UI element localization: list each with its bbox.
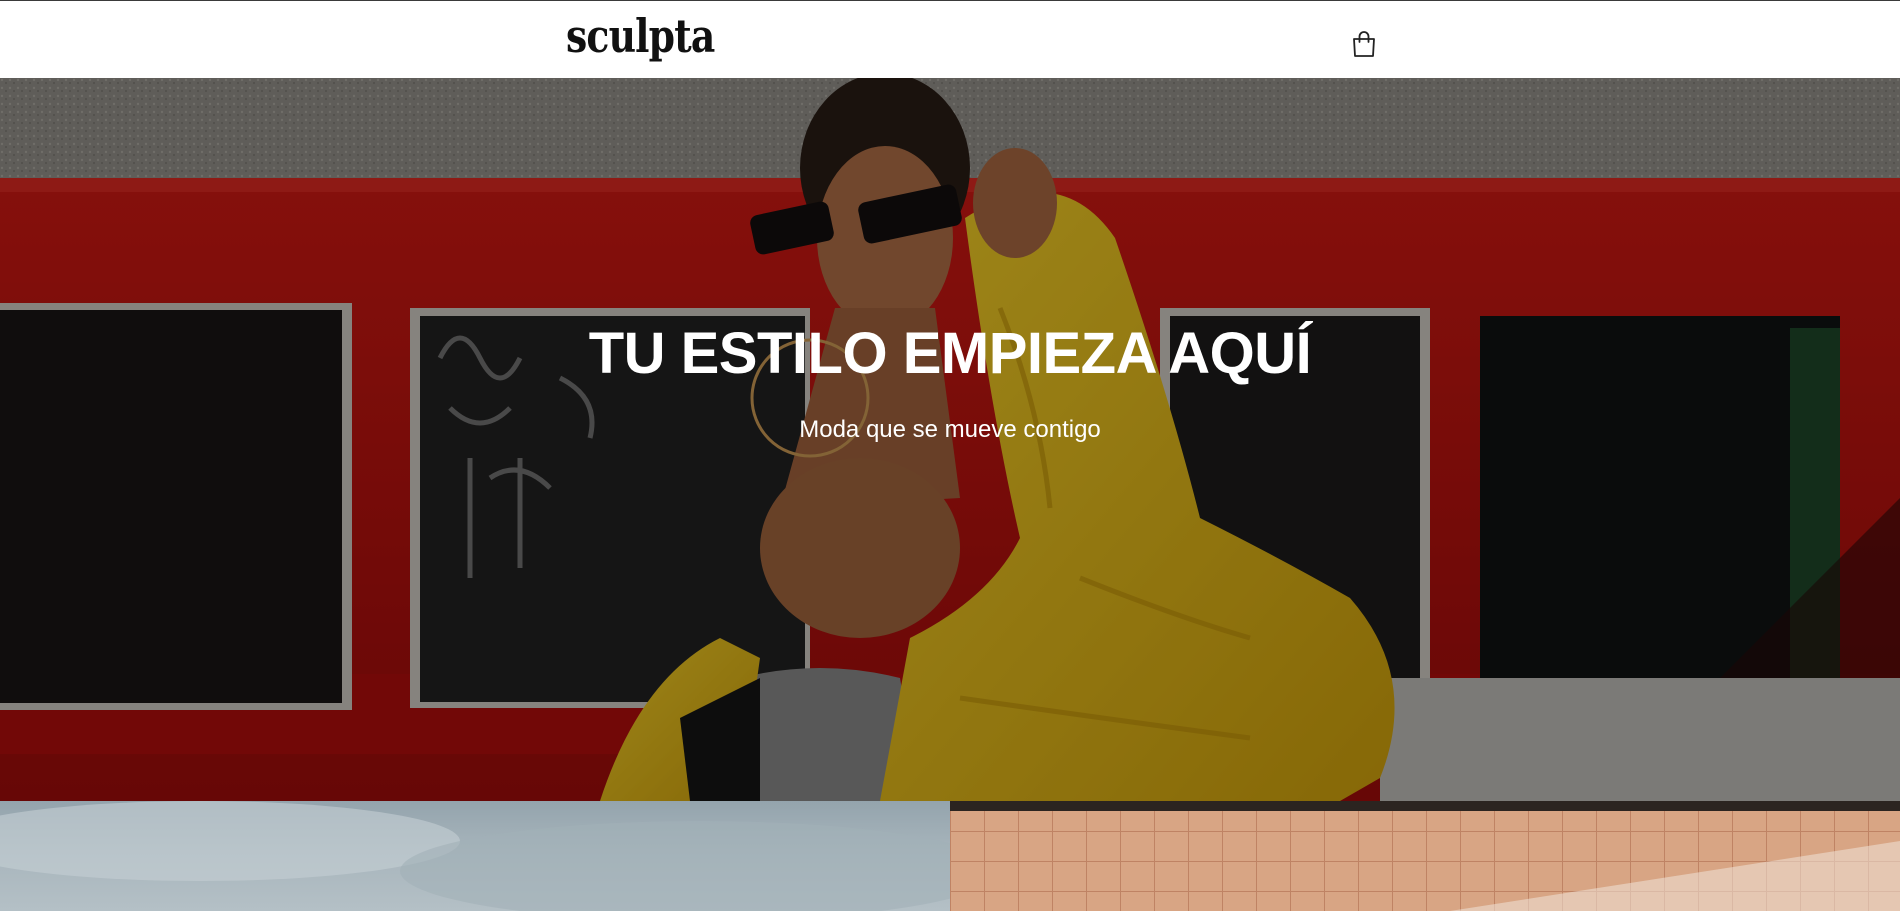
tile-left-image [0,801,950,911]
category-tile-left[interactable] [0,801,950,911]
site-header: sculpta [0,1,1900,78]
category-tile-right[interactable] [950,801,1900,911]
hero-subtitle: Moda que se mueve contigo [799,416,1101,443]
shopping-bag-icon[interactable] [1351,30,1377,58]
category-tiles [0,801,1900,911]
brand-logo[interactable]: sculpta [566,13,715,59]
hero-banner: TU ESTILO EMPIEZA AQUÍ Moda que se mueve… [0,78,1900,801]
hero-title: TU ESTILO EMPIEZA AQUÍ [588,321,1312,386]
tile-right-image [950,801,1900,911]
